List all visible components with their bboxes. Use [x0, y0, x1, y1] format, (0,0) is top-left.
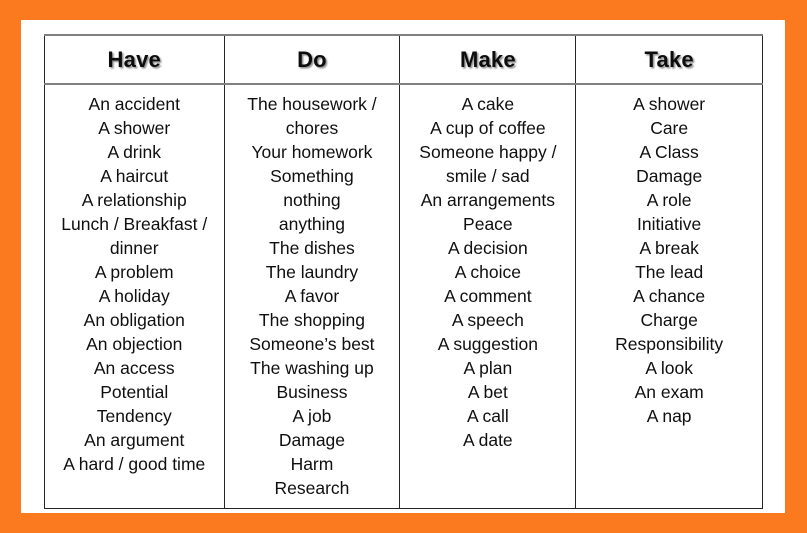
- list-item: The lead: [635, 262, 704, 282]
- list-item: Charge: [640, 310, 698, 330]
- list-item: A role: [646, 190, 692, 210]
- list-item: The housework /: [247, 94, 377, 114]
- list-item: Peace: [463, 214, 513, 234]
- list-item: Initiative: [637, 214, 702, 234]
- list-item: Research: [274, 478, 350, 498]
- list-item: A speech: [451, 310, 524, 330]
- orange-picture-frame: Have Do Make Take An accident A shower A d…: [0, 0, 807, 533]
- table-body-row: An accident A shower A drink A haircut A rel…: [44, 84, 763, 509]
- list-item: A suggestion: [437, 334, 538, 354]
- list-item: A shower: [633, 94, 706, 114]
- list-item: A hard / good time: [63, 454, 206, 474]
- column-header-make: Make: [399, 35, 577, 85]
- list-item: anything: [278, 214, 346, 234]
- list-item: Business: [276, 382, 348, 402]
- list-item: The dishes: [269, 238, 355, 258]
- table-header-row: Have Do Make Take: [44, 35, 763, 85]
- word-list-have: An accident A shower A drink A haircut A rel…: [45, 92, 224, 476]
- column-header-have: Have: [44, 35, 225, 85]
- list-item: smile / sad: [446, 166, 530, 186]
- list-item: Something: [270, 166, 354, 186]
- list-item: A call: [466, 406, 509, 426]
- column-cell-have: An accident A shower A drink A haircut A rel…: [44, 84, 225, 509]
- list-item: A job: [292, 406, 332, 426]
- column-cell-do: The housework / chores Your homework Someth…: [223, 84, 401, 509]
- list-item: A cup of coffee: [430, 118, 546, 138]
- list-item: Damage: [278, 430, 346, 450]
- list-item: A relationship: [81, 190, 187, 210]
- list-item: A comment: [444, 286, 532, 306]
- list-item: A decision: [447, 238, 528, 258]
- list-item: A holiday: [98, 286, 170, 306]
- list-item: The laundry: [265, 262, 359, 282]
- list-item: An objection: [86, 334, 183, 354]
- list-item: A choice: [454, 262, 521, 282]
- list-item: A bet: [467, 382, 508, 402]
- list-item: An arrangements: [420, 190, 555, 210]
- column-header-do: Do: [223, 35, 401, 85]
- list-item: An exam: [634, 382, 704, 402]
- word-list-make: A cake A cup of coffee Someone happy / smil…: [400, 92, 575, 452]
- list-item: Tendency: [96, 406, 172, 426]
- column-cell-take: A shower Care A Class Damage A role Initiativ…: [575, 84, 763, 509]
- list-item: A break: [639, 238, 699, 258]
- list-item: nothing: [283, 190, 341, 210]
- list-item: The washing up: [250, 358, 374, 378]
- list-item: An argument: [84, 430, 185, 450]
- list-item: A haircut: [100, 166, 169, 186]
- list-item: A nap: [646, 406, 692, 426]
- list-item: A look: [645, 358, 693, 378]
- list-item: chores: [285, 118, 339, 138]
- list-item: A plan: [463, 358, 513, 378]
- list-item: A cake: [461, 94, 515, 114]
- list-item: Someone happy /: [419, 142, 557, 162]
- word-list-take: A shower Care A Class Damage A role Initiativ…: [576, 92, 762, 428]
- list-item: Your homework: [251, 142, 373, 162]
- list-item: Potential: [100, 382, 169, 402]
- list-item: A Class: [639, 142, 699, 162]
- list-item: Damage: [636, 166, 703, 186]
- word-list-do: The housework / chores Your homework Someth…: [225, 92, 400, 500]
- list-item: A favor: [284, 286, 340, 306]
- list-item: Responsibility: [615, 334, 724, 354]
- column-cell-make: A cake A cup of coffee Someone happy / smil…: [399, 84, 577, 509]
- list-item: A problem: [94, 262, 174, 282]
- list-item: An access: [93, 358, 175, 378]
- collocations-table: Have Do Make Take An accident A shower A d…: [44, 34, 763, 509]
- list-item: A shower: [98, 118, 171, 138]
- white-mat: Have Do Make Take An accident A shower A d…: [21, 20, 785, 513]
- list-item: Lunch / Breakfast /: [61, 214, 208, 234]
- list-item: Care: [650, 118, 689, 138]
- list-item: A drink: [107, 142, 162, 162]
- list-item: An obligation: [83, 310, 185, 330]
- list-item: A date: [463, 430, 513, 450]
- list-item: An accident: [88, 94, 180, 114]
- column-header-take: Take: [575, 35, 763, 85]
- list-item: Harm: [290, 454, 334, 474]
- list-item: dinner: [109, 238, 159, 258]
- list-item: The shopping: [258, 310, 365, 330]
- list-item: Someone’s best: [249, 334, 375, 354]
- list-item: A chance: [633, 286, 706, 306]
